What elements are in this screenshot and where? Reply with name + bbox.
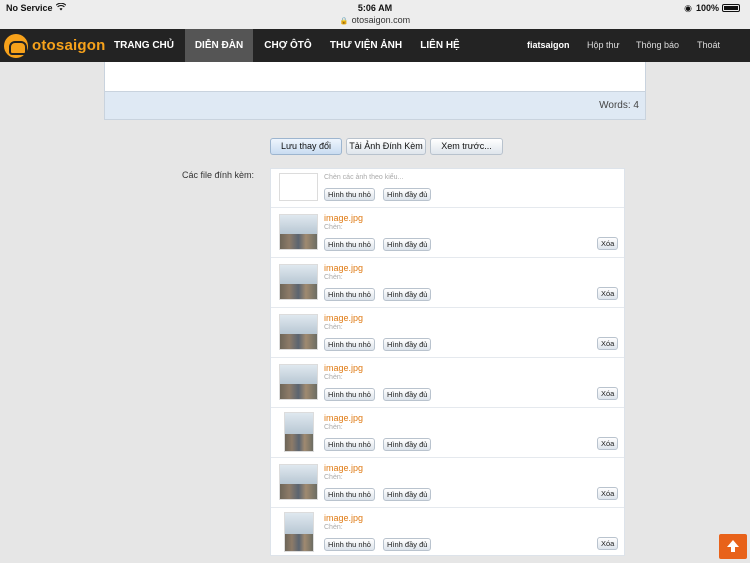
delete-attachment-button[interactable]: Xóa <box>597 437 619 450</box>
delete-attachment-button[interactable]: Xóa <box>597 387 619 400</box>
nav-item-contact[interactable]: LIÊN HỆ <box>412 29 468 62</box>
nav-link-inbox[interactable]: Hộp thư <box>587 29 620 62</box>
insert-thumbnail-button[interactable]: Hình thu nhỏ <box>324 288 375 301</box>
user-menu[interactable]: fiatsaigon <box>527 29 570 62</box>
url-text: otosaigon.com <box>351 15 411 25</box>
attachments-list: Chèn các ảnh theo kiểu... Hình thu nhỏ H… <box>270 168 625 556</box>
insert-label: Chèn: <box>324 424 343 431</box>
insert-label: Chèn: <box>324 524 343 531</box>
orientation-lock-icon: ◉ <box>684 3 692 13</box>
logo-text: otosaigon <box>32 37 106 54</box>
insert-all-row: Chèn các ảnh theo kiểu... Hình thu nhỏ H… <box>271 169 624 207</box>
attachment-row: image.jpg Chèn: Hình thu nhỏ Hình đầy đủ… <box>271 307 624 357</box>
attachment-thumbnail[interactable] <box>279 264 318 300</box>
delete-attachment-button[interactable]: Xóa <box>597 287 619 300</box>
insert-all-thumbnail-button[interactable]: Hình thu nhỏ <box>324 188 375 201</box>
attachment-thumbnail[interactable] <box>279 214 318 250</box>
insert-thumbnail-button[interactable]: Hình thu nhỏ <box>324 488 375 501</box>
nav-item-forum[interactable]: DIỄN ĐÀN <box>185 29 253 62</box>
word-count: Words: 4 <box>599 100 639 111</box>
main-nav: otosaigon TRANG CHỦ DIỄN ĐÀN CHỢ ÔTÔ THƯ… <box>0 29 750 62</box>
insert-label: Chèn: <box>324 374 343 381</box>
nav-item-car-market[interactable]: CHỢ ÔTÔ <box>256 29 320 62</box>
attachment-filename[interactable]: image.jpg <box>324 463 363 473</box>
attachment-thumbnail[interactable] <box>279 464 318 500</box>
insert-label: Chèn: <box>324 274 343 281</box>
attachment-thumbnail[interactable] <box>284 512 314 552</box>
delete-attachment-button[interactable]: Xóa <box>597 487 619 500</box>
message-editor[interactable]: Words: 4 <box>104 62 646 120</box>
attachment-row: image.jpg Chèn: Hình thu nhỏ Hình đầy đủ… <box>271 507 624 556</box>
insert-label: Chèn: <box>324 224 343 231</box>
insert-full-image-button[interactable]: Hình đầy đủ <box>383 438 432 451</box>
address-bar[interactable]: 🔒 otosaigon.com <box>0 15 750 25</box>
scroll-to-top-button[interactable] <box>719 534 747 559</box>
insert-label: Chèn: <box>324 474 343 481</box>
insert-thumbnail-button[interactable]: Hình thu nhỏ <box>324 438 375 451</box>
attachments-label: Các file đính kèm: <box>182 170 255 180</box>
lock-icon: 🔒 <box>339 18 349 25</box>
attachment-thumbnail[interactable] <box>279 364 318 400</box>
delete-attachment-button[interactable]: Xóa <box>597 337 619 350</box>
delete-attachment-button[interactable]: Xóa <box>597 237 619 250</box>
attachment-thumbnail[interactable] <box>279 314 318 350</box>
insert-full-image-button[interactable]: Hình đầy đủ <box>383 538 432 551</box>
nav-link-notifications[interactable]: Thông báo <box>636 29 679 62</box>
logo-mark-icon <box>4 33 28 58</box>
attachment-filename[interactable]: image.jpg <box>324 213 363 223</box>
insert-full-image-button[interactable]: Hình đầy đủ <box>383 238 432 251</box>
attachment-filename[interactable]: image.jpg <box>324 413 363 423</box>
attachment-row: image.jpg Chèn: Hình thu nhỏ Hình đầy đủ… <box>271 207 624 257</box>
attachment-row: image.jpg Chèn: Hình thu nhỏ Hình đầy đủ… <box>271 357 624 407</box>
nav-item-home[interactable]: TRANG CHỦ <box>106 29 182 62</box>
save-changes-button[interactable]: Lưu thay đổi <box>270 138 342 155</box>
clock: 5:06 AM <box>357 3 393 13</box>
battery-status: ◉ 100% <box>684 3 740 14</box>
nav-item-gallery[interactable]: THƯ VIỆN ẢNH <box>322 29 410 62</box>
attachment-row: image.jpg Chèn: Hình thu nhỏ Hình đầy đủ… <box>271 257 624 307</box>
battery-icon <box>722 4 740 12</box>
insert-thumbnail-button[interactable]: Hình thu nhỏ <box>324 538 375 551</box>
insert-thumbnail-button[interactable]: Hình thu nhỏ <box>324 388 375 401</box>
insert-full-image-button[interactable]: Hình đầy đủ <box>383 388 432 401</box>
attachment-filename[interactable]: image.jpg <box>324 513 363 523</box>
status-bar: No Service 5:06 AM 🔒 otosaigon.com ◉ 100% <box>0 0 750 29</box>
placeholder-thumbnail <box>279 173 318 201</box>
attachment-thumbnail[interactable] <box>284 412 314 452</box>
insert-full-image-button[interactable]: Hình đầy đủ <box>383 288 432 301</box>
delete-attachment-button[interactable]: Xóa <box>597 537 619 550</box>
site-logo[interactable]: otosaigon <box>4 33 105 58</box>
attachment-filename[interactable]: image.jpg <box>324 363 363 373</box>
insert-full-image-button[interactable]: Hình đầy đủ <box>383 338 432 351</box>
insert-all-full-button[interactable]: Hình đầy đủ <box>383 188 432 201</box>
attachment-row: image.jpg Chèn: Hình thu nhỏ Hình đầy đủ… <box>271 407 624 457</box>
insert-full-image-button[interactable]: Hình đầy đủ <box>383 488 432 501</box>
insert-thumbnail-button[interactable]: Hình thu nhỏ <box>324 338 375 351</box>
editor-status-bar: Words: 4 <box>105 91 645 119</box>
upload-attachment-button[interactable]: Tải Ảnh Đính Kèm <box>346 138 426 155</box>
attachment-filename[interactable]: image.jpg <box>324 263 363 273</box>
preview-button[interactable]: Xem trước... <box>430 138 503 155</box>
insert-thumbnail-button[interactable]: Hình thu nhỏ <box>324 238 375 251</box>
arrow-up-icon <box>727 540 739 552</box>
insert-label: Chèn: <box>324 324 343 331</box>
attachment-filename[interactable]: image.jpg <box>324 313 363 323</box>
attachment-row: image.jpg Chèn: Hình thu nhỏ Hình đầy đủ… <box>271 457 624 507</box>
battery-percent: 100% <box>695 3 719 13</box>
nav-link-logout[interactable]: Thoát <box>697 29 720 62</box>
insert-all-hint: Chèn các ảnh theo kiểu... <box>324 174 404 181</box>
